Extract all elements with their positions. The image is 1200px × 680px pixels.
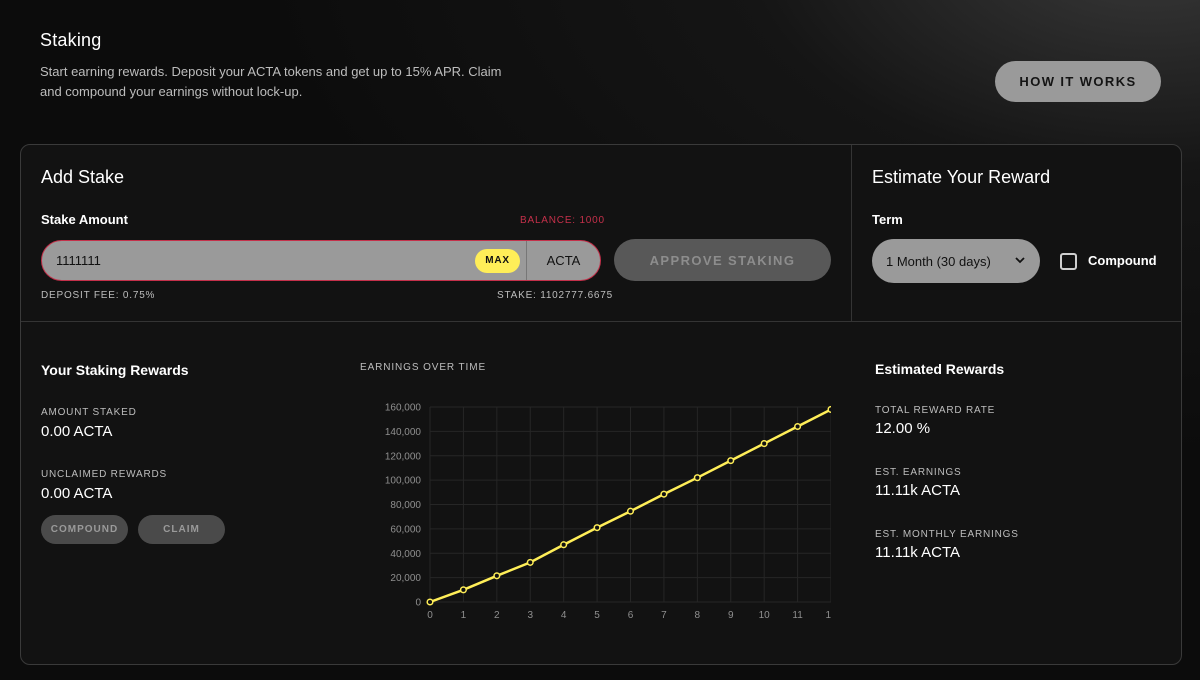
compound-checkbox[interactable] xyxy=(1060,253,1077,270)
y-tick-label: 160,000 xyxy=(385,403,422,414)
y-tick-label: 40,000 xyxy=(390,549,421,560)
stake-result-text: STAKE: 1102777.6675 xyxy=(497,290,614,301)
claim-button[interactable]: CLAIM xyxy=(138,515,225,544)
page-title: Staking xyxy=(40,30,102,50)
data-point xyxy=(493,572,501,580)
x-tick-label: 1 xyxy=(461,610,467,621)
max-button[interactable]: MAX xyxy=(475,248,520,273)
your-rewards-title: Your Staking Rewards xyxy=(41,362,189,378)
est-earnings-label: EST. EARNINGS xyxy=(875,467,962,478)
x-tick-label: 5 xyxy=(594,610,600,621)
x-tick-label: 6 xyxy=(628,610,634,621)
x-tick-label: 11 xyxy=(792,610,803,621)
data-point xyxy=(459,586,467,594)
staking-card: Add Stake Stake Amount BALANCE: 1000 MAX… xyxy=(20,144,1182,665)
data-point xyxy=(660,490,668,498)
x-tick-label: 3 xyxy=(527,610,533,621)
term-select-value: 1 Month (30 days) xyxy=(886,253,991,269)
data-point xyxy=(760,440,768,448)
data-point xyxy=(827,405,831,413)
stake-amount-label: Stake Amount xyxy=(41,212,128,227)
y-tick-label: 80,000 xyxy=(390,500,421,511)
unclaimed-rewards-label: UNCLAIMED REWARDS xyxy=(41,469,168,480)
term-label: Term xyxy=(872,212,903,227)
est-earnings-value: 11.11k ACTA xyxy=(875,482,961,499)
chart-title: EARNINGS OVER TIME xyxy=(360,362,487,373)
est-monthly-value: 11.11k ACTA xyxy=(875,544,961,561)
data-point xyxy=(727,457,735,465)
unclaimed-rewards-value: 0.00 ACTA xyxy=(41,485,113,502)
y-tick-label: 120,000 xyxy=(385,451,422,462)
y-tick-label: 20,000 xyxy=(390,573,421,584)
y-tick-label: 100,000 xyxy=(385,476,422,487)
stake-amount-field: MAX ACTA xyxy=(41,240,601,281)
compound-checkbox-label: Compound xyxy=(1088,253,1157,268)
data-point xyxy=(526,558,534,566)
token-symbol: ACTA xyxy=(526,241,600,280)
est-monthly-label: EST. MONTHLY EARNINGS xyxy=(875,529,1019,540)
estimate-reward-title: Estimate Your Reward xyxy=(872,167,1051,187)
stake-amount-input[interactable] xyxy=(42,241,475,280)
earnings-chart: 0 20,000 40,000 60,000 80,000 100,000 120,000 1… xyxy=(385,403,831,621)
data-point xyxy=(794,422,802,431)
x-tick-label: 7 xyxy=(661,610,667,621)
x-tick-label: 9 xyxy=(728,610,734,621)
x-tick-label: 12 xyxy=(825,610,831,621)
amount-staked-label: AMOUNT STAKED xyxy=(41,407,137,418)
page-description: Start earning rewards. Deposit your ACTA… xyxy=(40,64,502,99)
card-divider-horizontal xyxy=(21,321,1181,322)
data-point xyxy=(560,541,568,549)
data-point xyxy=(693,474,701,482)
reward-rate-value: 12.00 % xyxy=(875,420,931,437)
approve-staking-button[interactable]: APPROVE STAKING xyxy=(614,239,831,281)
amount-staked-value: 0.00 ACTA xyxy=(41,423,113,440)
deposit-fee-text: DEPOSIT FEE: 0.75% xyxy=(41,290,156,301)
staking-page: Staking Start earning rewards. Deposit y… xyxy=(0,0,1200,680)
x-tick-label: 0 xyxy=(427,610,433,621)
data-point xyxy=(626,507,635,515)
term-select[interactable]: 1 Month (30 days) xyxy=(872,239,1040,283)
chevron-down-icon xyxy=(1015,257,1025,264)
reward-rate-label: TOTAL REWARD RATE xyxy=(875,405,996,416)
x-tick-label: 4 xyxy=(561,610,567,621)
y-tick-label: 60,000 xyxy=(390,524,421,535)
y-tick-label: 140,000 xyxy=(385,427,422,438)
balance-text: BALANCE: 1000 xyxy=(520,215,605,226)
x-tick-label: 8 xyxy=(695,610,701,621)
add-stake-title: Add Stake xyxy=(41,167,125,187)
data-point xyxy=(593,524,601,532)
x-tick-label: 2 xyxy=(494,610,500,621)
card-divider-vertical xyxy=(851,145,852,321)
x-tick-label: 10 xyxy=(759,610,771,621)
data-point xyxy=(426,598,434,606)
how-it-works-button[interactable]: HOW IT WORKS xyxy=(995,61,1161,102)
estimated-rewards-title: Estimated Rewards xyxy=(875,361,1005,377)
compound-button[interactable]: COMPOUND xyxy=(41,515,128,544)
y-tick-label: 0 xyxy=(415,598,421,609)
